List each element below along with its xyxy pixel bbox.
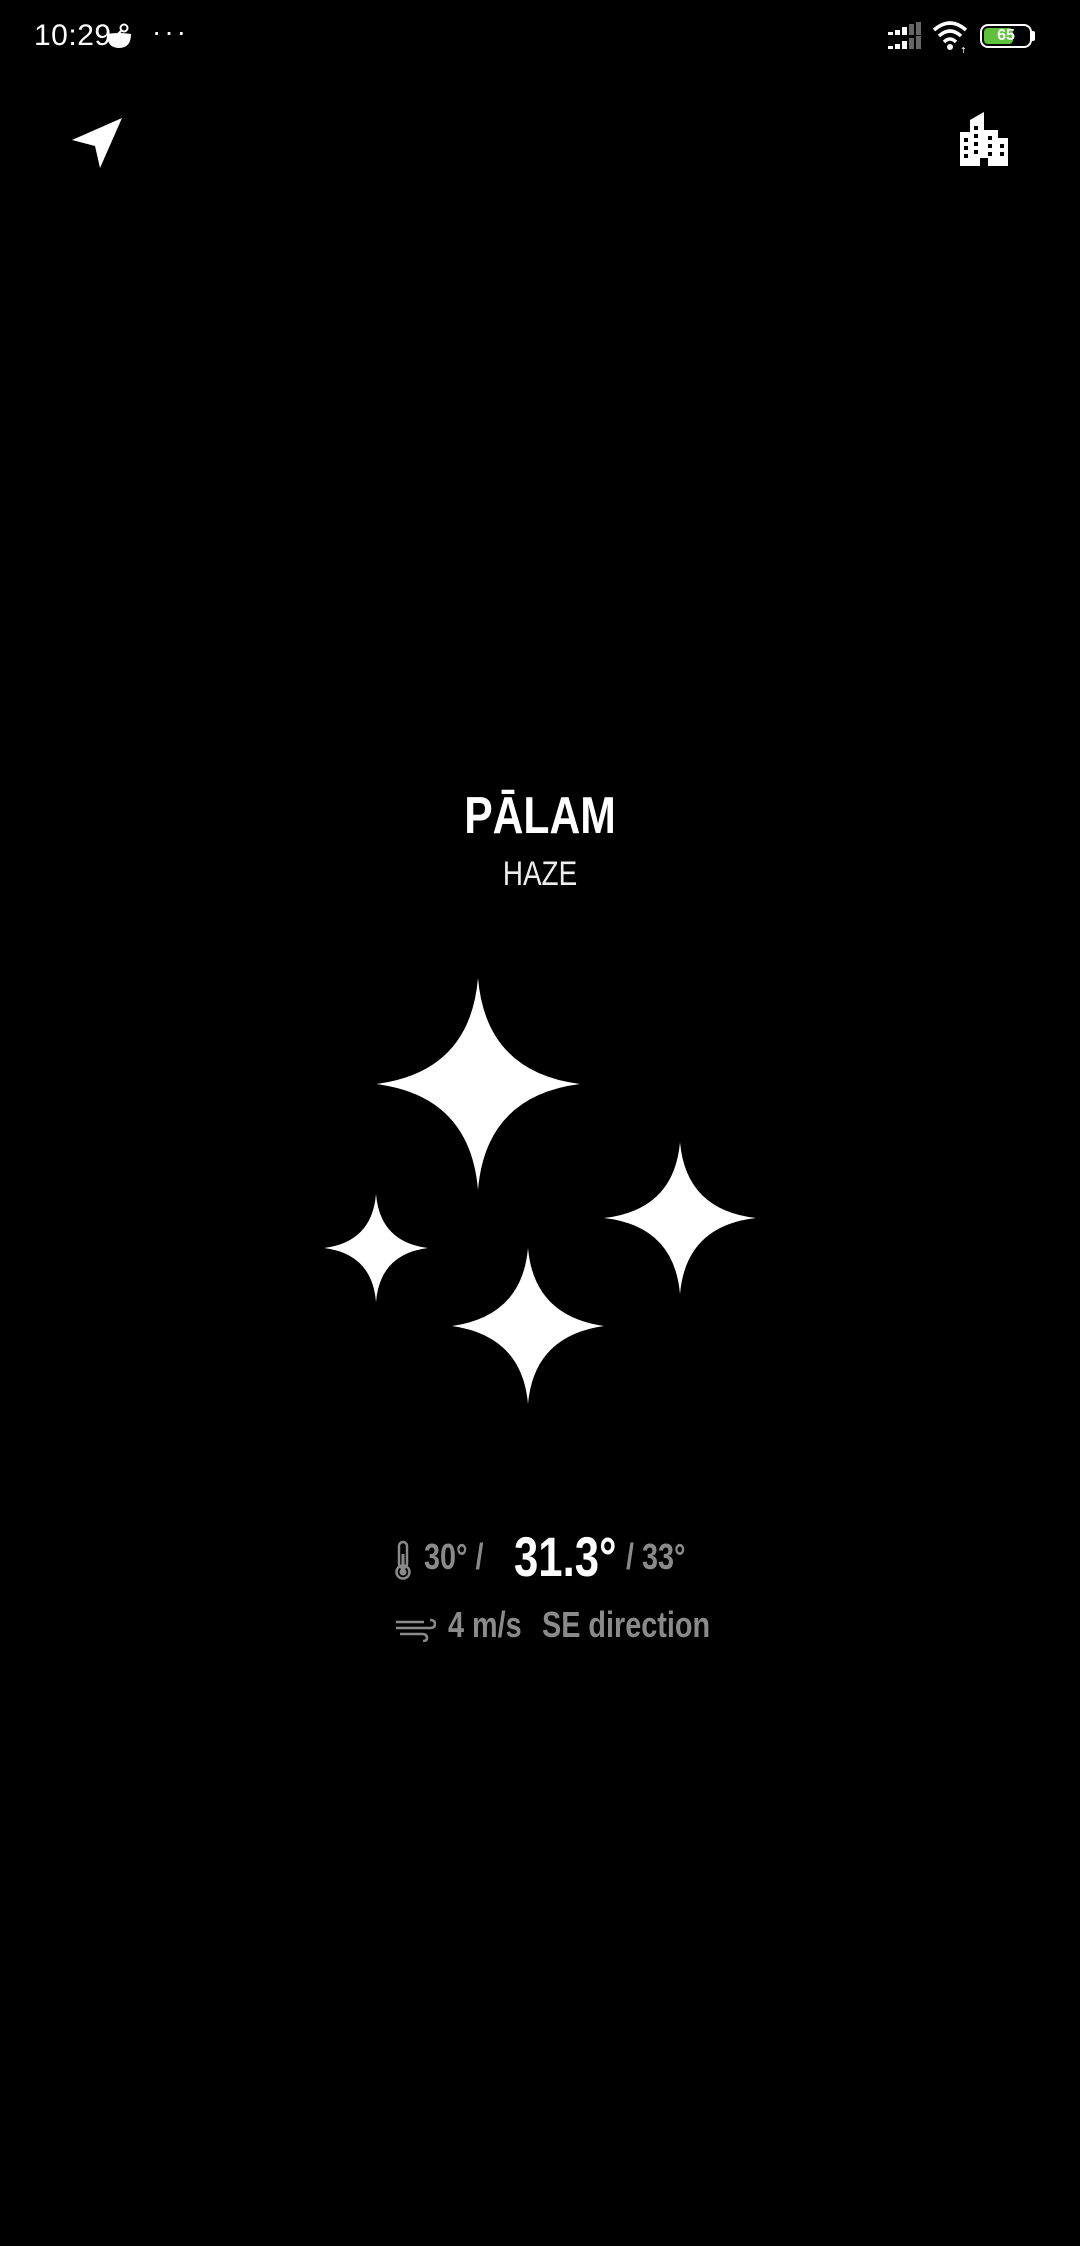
signal-icon bbox=[888, 22, 921, 49]
sparkle-right bbox=[604, 1142, 756, 1294]
navigation-arrow-icon bbox=[72, 118, 122, 168]
app-notification-icon bbox=[107, 23, 131, 48]
temperature-row: 30° / 31.3° / 33° bbox=[0, 1522, 1080, 1592]
battery-level-text: 65 bbox=[997, 27, 1015, 44]
battery-icon: 65 bbox=[980, 24, 1032, 48]
max-temperature: / 33° bbox=[626, 1536, 686, 1577]
min-temperature: 30° / bbox=[424, 1536, 484, 1577]
wifi-icon: ↑↓ bbox=[932, 21, 968, 54]
sparkle-left bbox=[324, 1194, 428, 1302]
more-notifications-indicator: ··· bbox=[152, 16, 189, 47]
current-location-button[interactable] bbox=[62, 110, 134, 182]
sparkle-bottom bbox=[452, 1248, 604, 1404]
status-time: 10:29 bbox=[34, 19, 112, 52]
haze-sparkles-icon bbox=[324, 978, 756, 1404]
thermometer-icon bbox=[395, 1540, 411, 1580]
wind-direction: SE direction bbox=[542, 1604, 711, 1645]
wind-icon bbox=[396, 1618, 436, 1642]
city-list-button[interactable] bbox=[948, 108, 1020, 180]
weather-condition: HAZE bbox=[502, 855, 578, 893]
svg-text:↑↓: ↑↓ bbox=[960, 46, 968, 54]
sparkle-large bbox=[376, 978, 580, 1190]
city-buildings-icon bbox=[960, 112, 1008, 166]
battery-tip bbox=[1032, 31, 1035, 41]
place-name: PĀLAM bbox=[464, 787, 616, 845]
status-bar: 10:29 ··· ↑↓ 65 bbox=[0, 0, 1080, 72]
current-temperature: 31.3° bbox=[514, 1525, 617, 1588]
wind-speed: 4 m/s bbox=[448, 1604, 522, 1645]
wind-row: 4 m/s SE direction bbox=[0, 1600, 1080, 1650]
